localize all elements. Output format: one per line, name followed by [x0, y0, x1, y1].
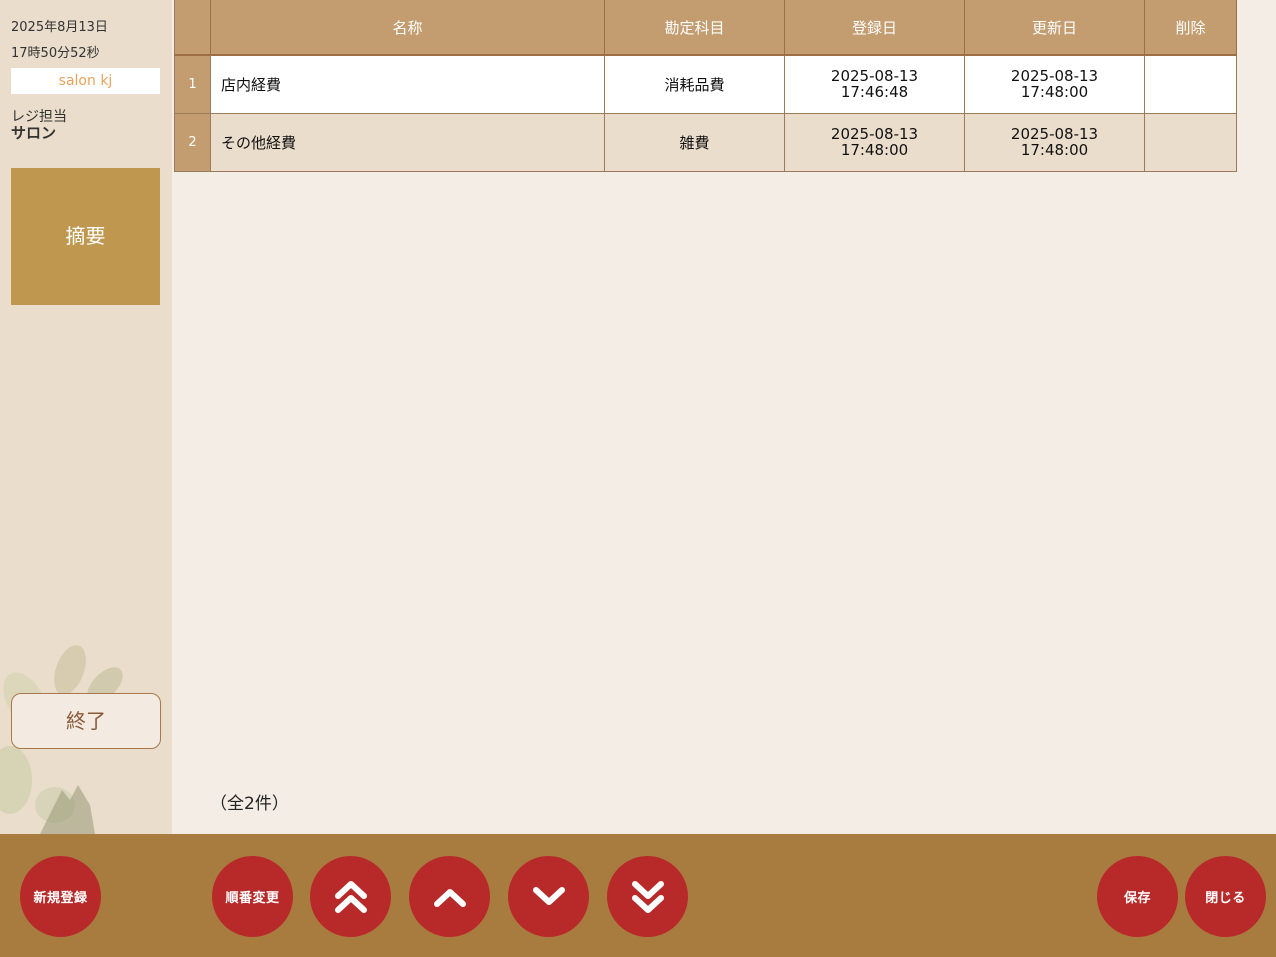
- double-chevron-up-icon: [334, 880, 367, 913]
- row-name[interactable]: その他経費: [210, 113, 605, 172]
- row-updated-time: 17:48:00: [1020, 83, 1089, 102]
- header-account[interactable]: 勘定科目: [604, 0, 785, 56]
- double-chevron-down-icon: [631, 880, 664, 913]
- row-created-time: 17:48:00: [840, 141, 909, 159]
- save-button[interactable]: 保存: [1097, 856, 1178, 937]
- table-row[interactable]: 1 店内経費 消耗品費 2025-08-13 17:46:48 2025-08-…: [174, 55, 1237, 114]
- table-header-row: 名称 勘定科目 登録日 更新日 削除: [174, 0, 1237, 56]
- close-button[interactable]: 閉じる: [1185, 856, 1266, 937]
- row-account[interactable]: 消耗品費: [604, 55, 785, 114]
- row-name[interactable]: 店内経費: [210, 55, 605, 114]
- new-register-button[interactable]: 新規登録: [20, 856, 101, 937]
- row-updated: 2025-08-13 17:48:00: [964, 113, 1145, 172]
- reorder-label: 順番変更: [225, 891, 280, 906]
- row-updated-date: 2025-08-13: [1010, 125, 1099, 143]
- save-label: 保存: [1123, 891, 1151, 906]
- row-created-date: 2025-08-13: [830, 67, 919, 86]
- row-created-time: 17:46:48: [840, 83, 909, 102]
- current-date: 2025年8月13日: [11, 20, 108, 35]
- row-number: 2: [174, 113, 211, 172]
- current-time: 17時50分52秒: [11, 46, 100, 61]
- row-delete-cell[interactable]: [1144, 55, 1237, 114]
- header-created[interactable]: 登録日: [784, 0, 965, 56]
- row-updated: 2025-08-13 17:48:00: [964, 55, 1145, 114]
- header-delete: 削除: [1144, 0, 1237, 56]
- row-updated-date: 2025-08-13: [1010, 67, 1099, 86]
- salon-name: salon kj: [11, 68, 160, 94]
- header-updated[interactable]: 更新日: [964, 0, 1145, 56]
- close-label: 閉じる: [1205, 891, 1246, 906]
- exit-button[interactable]: 終了: [11, 693, 161, 749]
- row-updated-time: 17:48:00: [1020, 141, 1089, 159]
- new-register-label: 新規登録: [33, 891, 88, 906]
- record-count: （全2件）: [210, 794, 289, 814]
- bottom-toolbar: 新規登録 順番変更 保存 閉じる: [0, 834, 1276, 957]
- move-up-button[interactable]: [409, 856, 490, 937]
- row-number: 1: [174, 55, 211, 114]
- staff-label: レジ担当: [11, 109, 67, 125]
- header-index: [174, 0, 211, 56]
- row-created-date: 2025-08-13: [830, 125, 919, 143]
- row-delete-cell[interactable]: [1144, 113, 1237, 172]
- sidebar: 2025年8月13日 17時50分52秒 salon kj レジ担当 サロン 摘…: [0, 0, 172, 834]
- menu-button-summary[interactable]: 摘要: [11, 168, 160, 305]
- reorder-button[interactable]: 順番変更: [212, 856, 293, 937]
- menu-button-label: 摘要: [65, 224, 106, 248]
- move-top-button[interactable]: [310, 856, 391, 937]
- staff-name: サロン: [11, 124, 57, 142]
- chevron-down-icon: [532, 886, 565, 905]
- chevron-up-icon: [433, 888, 466, 907]
- row-created: 2025-08-13 17:48:00: [784, 113, 965, 172]
- table-row[interactable]: 2 その他経費 雑費 2025-08-13 17:48:00 2025-08-1…: [174, 113, 1237, 172]
- move-down-button[interactable]: [508, 856, 589, 937]
- move-bottom-button[interactable]: [607, 856, 688, 937]
- header-name[interactable]: 名称: [210, 0, 605, 56]
- expense-table: 名称 勘定科目 登録日 更新日 削除 1 店内経費 消耗品費 2025-08-1…: [174, 0, 1237, 172]
- row-created: 2025-08-13 17:46:48: [784, 55, 965, 114]
- row-account[interactable]: 雑費: [604, 113, 785, 172]
